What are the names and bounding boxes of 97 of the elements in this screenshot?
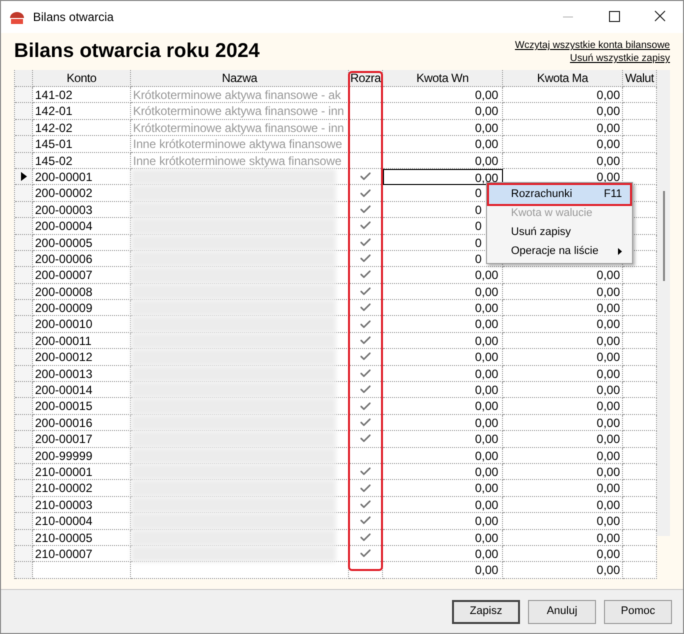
table-row[interactable]: 200-00010 0,00 0,00 bbox=[15, 316, 657, 333]
dialog-button[interactable]: Anuluj bbox=[528, 600, 596, 624]
table-row[interactable]: 210-00003 0,00 0,00 bbox=[15, 496, 657, 514]
amount-debit: 0,00 bbox=[475, 448, 500, 463]
table-row[interactable]: 210-00001 0,00 0,00 bbox=[15, 464, 657, 480]
amount-debit: 0 bbox=[475, 250, 483, 266]
amount-debit: 0,00 bbox=[475, 349, 500, 365]
row-header-cell[interactable] bbox=[15, 250, 33, 268]
amount-debit: 0,00 bbox=[475, 152, 500, 168]
table-row[interactable]: 200-00007 0,00 0,00 bbox=[15, 267, 657, 284]
row-header-cell[interactable] bbox=[15, 546, 33, 562]
row-header-cell[interactable] bbox=[15, 267, 33, 284]
table-row[interactable]: 210-00004 0,00 0,00 bbox=[15, 513, 657, 530]
amount-debit: 0,00 bbox=[475, 284, 500, 300]
amount-debit: 0 bbox=[475, 234, 483, 250]
amount-debit: 0,00 bbox=[475, 562, 500, 578]
table-row[interactable]: 200-00013 0,00 0,00 bbox=[15, 366, 657, 382]
row-header-cell[interactable] bbox=[15, 530, 33, 546]
amount-debit: 0,00 bbox=[475, 332, 500, 348]
row-header-cell[interactable] bbox=[15, 332, 33, 350]
amount-debit: 0,00 bbox=[475, 120, 500, 136]
table-row[interactable]: 142-02 Krótkoterminowe aktywa finansowe - inn 0,00 0,00 bbox=[15, 120, 657, 136]
dialog-button[interactable]: Pomoc bbox=[604, 600, 672, 624]
row-header-cell[interactable] bbox=[15, 382, 33, 398]
menu-item[interactable]: Rozrachunki F11 bbox=[489, 185, 630, 204]
row-header-cell[interactable] bbox=[15, 168, 33, 186]
table-row[interactable]: 210-00005 0,00 0,00 bbox=[15, 530, 657, 546]
table-row[interactable]: 200-00008 0,00 0,00 bbox=[15, 284, 657, 300]
scrollbar[interactable] bbox=[657, 70, 670, 536]
row-header-cell[interactable] bbox=[15, 300, 33, 316]
table-row[interactable]: 142-01 Krótkoterminowe aktywa finansowe - inn 0,00 0,00 bbox=[15, 103, 657, 120]
amount-debit: 0,00 bbox=[475, 530, 500, 545]
row-header-cell[interactable] bbox=[15, 316, 33, 333]
table-row[interactable]: 141-02 Krótkoterminowe aktywa finansowe - ak 0,00 0,00 bbox=[15, 87, 657, 104]
table-row[interactable]: 200-00011 0,00 0,00 bbox=[15, 332, 657, 350]
table-row[interactable]: 0,00 0,00 bbox=[15, 562, 657, 579]
amount-debit: 0,00 bbox=[475, 496, 500, 512]
amount-debit: 0,00 bbox=[475, 87, 500, 102]
row-header-cell[interactable] bbox=[15, 480, 33, 497]
row-header-cell[interactable] bbox=[15, 136, 33, 153]
row-header-cell[interactable] bbox=[15, 398, 33, 415]
row-header-cell[interactable] bbox=[15, 431, 33, 448]
row-header-cell[interactable] bbox=[15, 284, 33, 300]
amount-debit: 0,00 bbox=[475, 464, 500, 480]
row-header-cell[interactable] bbox=[15, 562, 33, 579]
table-row[interactable]: 210-00002 0,00 0,00 bbox=[15, 480, 657, 497]
row-header-cell[interactable] bbox=[15, 185, 33, 202]
row-header-cell[interactable] bbox=[15, 218, 33, 235]
row-header-cell[interactable] bbox=[15, 234, 33, 251]
app-logo-icon bbox=[9, 9, 25, 25]
amount-debit: 0,00 bbox=[475, 546, 500, 562]
credit-cell: 0,00 bbox=[503, 562, 623, 579]
row-header-cell[interactable] bbox=[15, 366, 33, 382]
amount-debit: 0,00 bbox=[475, 103, 500, 119]
table-row[interactable]: 200-00016 0,00 0,00 bbox=[15, 414, 657, 432]
row-header-cell[interactable] bbox=[15, 414, 33, 432]
amount-debit: 0,00 bbox=[475, 414, 500, 430]
amount-debit: 0,00 bbox=[475, 382, 500, 398]
scrollbar-thumb[interactable] bbox=[662, 191, 664, 281]
window-title: Bilans otwarcia bbox=[33, 9, 114, 26]
table-row[interactable]: 200-00014 0,00 0,00 bbox=[15, 382, 657, 398]
amount-debit: 0,00 bbox=[475, 480, 500, 496]
currency-cell bbox=[623, 562, 657, 579]
row-header-cell[interactable] bbox=[15, 87, 33, 104]
row-header-cell[interactable] bbox=[15, 152, 33, 169]
table-row[interactable]: 200-99999 0,00 0,00 bbox=[15, 448, 657, 464]
table-row[interactable]: 145-01 Inne krótkoterminowe aktywa finansowe 0,00 0,00 bbox=[15, 136, 657, 153]
table-row[interactable]: 210-00007 0,00 0,00 bbox=[15, 546, 657, 562]
table-row[interactable]: 200-00009 0,00 0,00 bbox=[15, 300, 657, 316]
table-row[interactable]: 145-02 Inne krótkoterminowe sktywa finansowe 0,00 0,00 bbox=[15, 152, 657, 169]
amount-debit: 0,00 bbox=[475, 513, 500, 529]
amount-debit: 0 bbox=[475, 218, 483, 234]
amount-debit: 0,00 bbox=[475, 366, 500, 382]
amount-debit: 0,00 bbox=[475, 267, 500, 283]
amount-debit: 0,00 bbox=[475, 136, 500, 152]
row-header-cell[interactable] bbox=[15, 496, 33, 514]
amount-debit: 0,00 bbox=[475, 431, 500, 447]
table-row[interactable]: 200-00012 0,00 0,00 bbox=[15, 349, 657, 366]
amount-debit: 0 bbox=[475, 185, 483, 201]
amount-debit: 0,00 bbox=[475, 170, 500, 184]
row-header-cell[interactable] bbox=[15, 448, 33, 464]
link[interactable]: Wczytaj wszystkie konta bilansowe bbox=[514, 39, 670, 52]
row-header-cell[interactable] bbox=[15, 103, 33, 120]
table-row[interactable]: 200-00017 0,00 0,00 bbox=[15, 431, 657, 448]
link[interactable]: Usuń wszystkie zapisy bbox=[570, 52, 670, 65]
row-header-cell[interactable] bbox=[15, 120, 33, 136]
page-heading: Bilans otwarcia roku 2024 bbox=[14, 39, 260, 63]
row-header-cell[interactable] bbox=[15, 464, 33, 480]
amount-debit: 0,00 bbox=[475, 316, 500, 332]
amount-debit: 0 bbox=[475, 202, 483, 218]
amount-debit: 0,00 bbox=[475, 300, 500, 316]
table-row[interactable]: 200-00015 0,00 0,00 bbox=[15, 398, 657, 415]
row-header-cell[interactable] bbox=[15, 349, 33, 366]
row-header-cell[interactable] bbox=[15, 202, 33, 218]
amount-debit: 0,00 bbox=[475, 398, 500, 414]
dialog-button[interactable]: Zapisz bbox=[452, 600, 520, 624]
row-header-cell[interactable] bbox=[15, 513, 33, 530]
